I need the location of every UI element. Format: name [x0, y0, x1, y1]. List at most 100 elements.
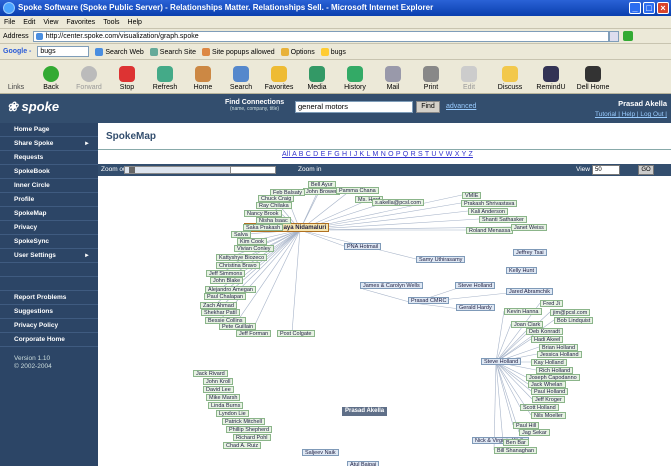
- map-node[interactable]: VMIE: [462, 192, 482, 199]
- map-node[interactable]: Salva: [231, 231, 251, 238]
- map-node[interactable]: Jeff Simmons: [206, 270, 246, 277]
- links-label[interactable]: Links: [4, 84, 28, 93]
- map-node[interactable]: Chad A. Ruiz: [223, 442, 262, 449]
- map-node[interactable]: Ray Chilaka: [256, 202, 292, 209]
- sidebar-item-spokemap[interactable]: SpokeMap: [0, 207, 98, 221]
- map-node[interactable]: Richard Pohl: [233, 434, 271, 441]
- map-node[interactable]: Scott Holland: [520, 404, 559, 411]
- map-node[interactable]: Steve Holland: [481, 358, 522, 365]
- sidebar-item-requests[interactable]: Requests: [0, 151, 98, 165]
- map-node[interactable]: John Brower: [303, 188, 340, 195]
- map-node[interactable]: Roland Menassa: [466, 227, 514, 234]
- map-node[interactable]: Nancy Brook: [244, 210, 282, 217]
- map-node[interactable]: Paul Chalapan: [204, 293, 247, 300]
- bugs-button[interactable]: bugs: [320, 47, 346, 56]
- zoom-slider-thumb[interactable]: [129, 167, 135, 173]
- refresh-button[interactable]: Refresh: [150, 66, 180, 93]
- alphabet-filter[interactable]: All A B C D E F G H I J K L M N O P Q R …: [282, 151, 473, 158]
- map-node[interactable]: Alejandro Amegan: [205, 286, 256, 293]
- map-node[interactable]: John Blake: [210, 277, 244, 284]
- discuss-button[interactable]: Discuss: [492, 66, 528, 93]
- sidebar-item-report-problems[interactable]: Report Problems: [0, 291, 98, 305]
- map-node[interactable]: Bill Shanaghan: [494, 447, 538, 454]
- map-node[interactable]: Zach Ahmad: [200, 302, 237, 309]
- menu-edit[interactable]: Edit: [23, 19, 35, 26]
- map-node[interactable]: Patrick Mitchell: [222, 418, 265, 425]
- map-node[interactable]: Bell Ayur: [308, 181, 336, 188]
- sidebar-item-profile[interactable]: Profile: [0, 193, 98, 207]
- google-logo[interactable]: Google -: [3, 48, 31, 55]
- sidebar-item-home[interactable]: Home Page: [0, 123, 98, 137]
- map-node[interactable]: Vivian Conley: [234, 245, 274, 252]
- sidebar-item-inner-circle[interactable]: Inner Circle: [0, 179, 98, 193]
- home-button[interactable]: Home: [188, 66, 218, 93]
- menu-file[interactable]: File: [4, 19, 15, 26]
- map-node[interactable]: Hadi Akeel: [531, 336, 564, 343]
- address-dropdown-icon[interactable]: [608, 30, 619, 42]
- map-node[interactable]: Rich Holland: [536, 367, 574, 374]
- map-node[interactable]: Kim Cook: [237, 238, 267, 245]
- sidebar-item-privacy-policy[interactable]: Privacy Policy: [0, 319, 98, 333]
- close-button[interactable]: ×: [657, 2, 669, 14]
- sidebar-item-user-settings[interactable]: User Settings ►: [0, 249, 98, 263]
- map-node[interactable]: Kali Anderson: [468, 208, 508, 215]
- zoom-slider-window[interactable]: [230, 166, 276, 174]
- menu-view[interactable]: View: [43, 19, 58, 26]
- advanced-search-link[interactable]: advanced: [446, 103, 476, 110]
- favorites-button[interactable]: Favorites: [264, 66, 294, 93]
- view-count-select[interactable]: 50: [592, 165, 620, 175]
- spoke-map[interactable]: Nagesh & Vijaya Nidamaluri Bell Ayur John …: [98, 176, 671, 466]
- map-node[interactable]: Pamma Chana: [336, 187, 379, 194]
- hub-node[interactable]: Prasad Akella: [342, 407, 388, 416]
- history-button[interactable]: History: [340, 66, 370, 93]
- media-button[interactable]: Media: [302, 66, 332, 93]
- map-node[interactable]: Jeff Kroger: [532, 396, 565, 403]
- spoke-logo[interactable]: ❀ spoke: [7, 99, 59, 115]
- map-node[interactable]: Bob Lindquist: [554, 317, 594, 324]
- map-node[interactable]: Phillip Shepherd: [226, 426, 273, 433]
- map-node[interactable]: Steve Holland: [455, 282, 496, 289]
- forward-button[interactable]: Forward: [74, 66, 104, 93]
- map-node[interactable]: Kelly Hunt: [506, 267, 538, 274]
- map-node[interactable]: Christina Bravo: [216, 262, 260, 269]
- view-go-button[interactable]: GO: [638, 165, 654, 175]
- print-button[interactable]: Print: [416, 66, 446, 93]
- search-site-button[interactable]: Search Site: [149, 47, 196, 56]
- map-node[interactable]: Fred Ji: [540, 300, 563, 307]
- search-button[interactable]: Search: [226, 66, 256, 93]
- map-node[interactable]: Jessica Holland: [537, 351, 582, 358]
- map-node[interactable]: s.akella@pcsl.com: [372, 199, 424, 206]
- map-node[interactable]: Jack Rivard: [193, 370, 228, 377]
- map-node[interactable]: PNA Hotmail: [344, 243, 382, 250]
- map-node[interactable]: Jack Whelan: [528, 381, 566, 388]
- map-node[interactable]: Kevin Hanna: [504, 308, 542, 315]
- maximize-button[interactable]: □: [643, 2, 655, 14]
- map-node[interactable]: Joan Clark: [511, 321, 544, 328]
- map-node[interactable]: Saka Prakash: [243, 224, 284, 231]
- map-node[interactable]: Jeffrey Tsai: [513, 249, 547, 256]
- map-node[interactable]: jim@pcsl.com: [550, 309, 591, 316]
- map-node[interactable]: Joseph Capodanno: [526, 374, 580, 381]
- map-node[interactable]: Nils Moeller: [531, 412, 566, 419]
- map-node[interactable]: Kattyshye Biozeco: [216, 254, 268, 261]
- zoom-in-button[interactable]: Zoom in: [298, 164, 321, 176]
- map-node[interactable]: Shekhar Patil: [201, 309, 240, 316]
- map-node[interactable]: Pete Guillain: [219, 323, 257, 330]
- minimize-button[interactable]: _: [629, 2, 641, 14]
- map-node[interactable]: Jared Abramchik: [506, 288, 553, 295]
- dell-home-button[interactable]: Dell Home: [574, 66, 612, 93]
- map-node[interactable]: Linda Burns: [208, 402, 244, 409]
- sidebar-item-spokebook[interactable]: SpokeBook: [0, 165, 98, 179]
- map-node[interactable]: Prasad CMRC: [408, 297, 450, 304]
- map-node[interactable]: Atul Bajpai: [347, 461, 380, 466]
- map-node[interactable]: Nisha Isaac: [256, 217, 291, 224]
- go-icon[interactable]: [622, 31, 633, 41]
- sidebar-item-suggestions[interactable]: Suggestions: [0, 305, 98, 319]
- map-node[interactable]: Prakash Shrivastava: [461, 200, 518, 207]
- map-node[interactable]: Post Colgate: [277, 330, 315, 337]
- map-node[interactable]: John Kroll: [203, 378, 234, 385]
- menu-help[interactable]: Help: [128, 19, 142, 26]
- stop-button[interactable]: Stop: [112, 66, 142, 93]
- map-node[interactable]: Paul Hill: [513, 422, 540, 429]
- menu-tools[interactable]: Tools: [103, 19, 119, 26]
